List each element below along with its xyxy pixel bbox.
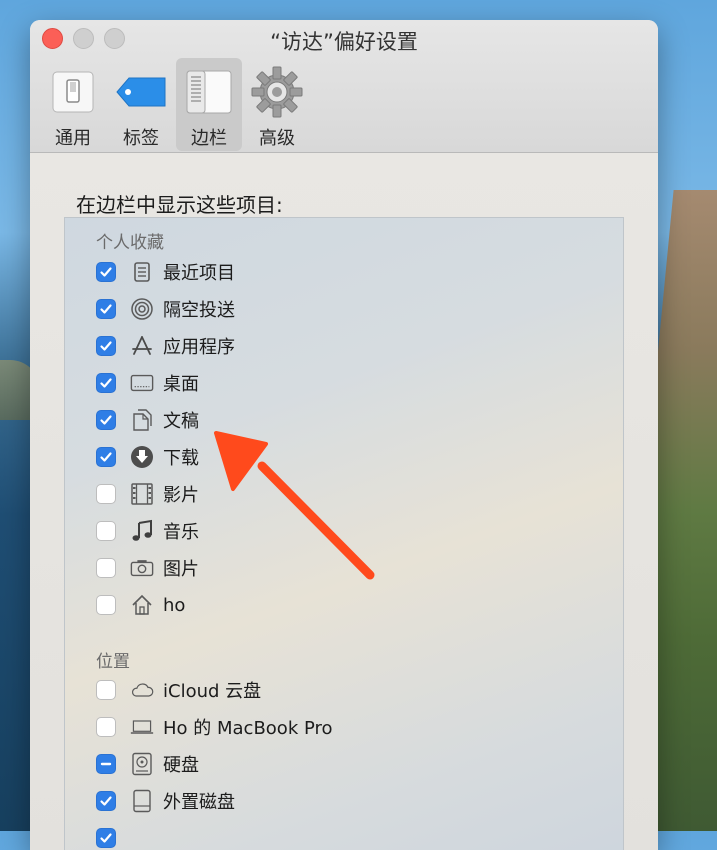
list-item-downloads: 下载 [96,442,199,472]
list-item-label: 应用程序 [163,337,235,358]
list-item-label: 硬盘 [163,755,199,776]
list-item-airdrop: 隔空投送 [96,294,235,324]
desktop-background-cliff [655,190,717,831]
checkbox-home[interactable] [96,595,116,615]
tab-sidebar-label: 边栏 [191,128,227,149]
airdrop-icon [130,297,154,321]
checkbox-movies[interactable] [96,484,116,504]
preferences-toolbar: 通用 标签 边栏 高级 [40,58,310,151]
tab-tags-label: 标签 [123,128,159,149]
home-icon [130,593,154,617]
checkbox-applications[interactable] [96,336,116,356]
group-label-favorites: 个人收藏 [96,233,164,253]
list-item-music: 音乐 [96,516,199,546]
list-item-label: 图片 [163,559,199,580]
finder-preferences-window: “访达”偏好设置 通用 标签 边栏 高级 在边栏中显示这些项目: 个人收藏 最近… [30,20,658,850]
tab-general-label: 通用 [55,128,91,149]
window-title: “访达”偏好设置 [270,30,418,54]
tab-sidebar[interactable]: 边栏 [176,58,242,151]
list-item-icloud: iCloud 云盘 [96,675,261,705]
list-item-label: 音乐 [163,522,199,543]
preferences-content: 在边栏中显示这些项目: 个人收藏 最近项目 隔空投送 应用程序 桌面 文稿 下载… [30,153,658,850]
checkbox-recents[interactable] [96,262,116,282]
downloads-icon [130,445,154,469]
list-item-label: 最近项目 [163,263,235,284]
checkbox-airdrop[interactable] [96,299,116,319]
list-item-applications: 应用程序 [96,331,235,361]
list-item-partial [96,823,116,850]
list-item-recents: 最近项目 [96,257,235,287]
window-titlebar: “访达”偏好设置 通用 标签 边栏 高级 [30,20,658,153]
sidebar-icon [181,64,237,120]
list-item-documents: 文稿 [96,405,199,435]
list-item-macbook: Ho 的 MacBook Pro [96,712,333,742]
list-item-label: Ho 的 MacBook Pro [163,718,333,739]
tab-general[interactable]: 通用 [40,58,106,151]
list-item-label: 下载 [163,448,199,469]
list-item-label: 隔空投送 [163,300,235,321]
external-disk-icon [130,789,154,813]
checkbox-desktop[interactable] [96,373,116,393]
tab-tags[interactable]: 标签 [108,58,174,151]
documents-icon [130,408,154,432]
list-item-label: iCloud 云盘 [163,681,262,702]
list-item-label: 文稿 [163,411,199,432]
sidebar-items-list: 个人收藏 最近项目 隔空投送 应用程序 桌面 文稿 下载 影片 音乐 图片 ho… [64,217,624,850]
recents-icon [130,260,154,284]
checkbox-pictures[interactable] [96,558,116,578]
sidebar-items-heading: 在边栏中显示这些项目: [76,193,283,217]
checkbox-harddisk[interactable] [96,754,116,774]
harddisk-icon [130,752,154,776]
list-item-movies: 影片 [96,479,199,509]
checkbox-partial[interactable] [96,828,116,848]
list-item-label: 外置磁盘 [163,792,235,813]
movies-icon [130,482,154,506]
list-item-pictures: 图片 [96,553,199,583]
icloud-icon [130,678,154,702]
checkbox-external-disk[interactable] [96,791,116,811]
checkbox-documents[interactable] [96,410,116,430]
list-item-desktop: 桌面 [96,368,199,398]
switch-icon [45,64,101,120]
checkbox-icloud[interactable] [96,680,116,700]
pictures-icon [130,556,154,580]
checkbox-music[interactable] [96,521,116,541]
list-item-harddisk: 硬盘 [96,749,199,779]
desktop-icon [130,371,154,395]
gear-icon [249,64,305,120]
laptop-icon [130,715,154,739]
checkbox-macbook[interactable] [96,717,116,737]
checkbox-downloads[interactable] [96,447,116,467]
music-icon [130,519,154,543]
applications-icon [130,334,154,358]
list-item-label: 桌面 [163,374,199,395]
tab-advanced-label: 高级 [259,128,295,149]
list-item-label: 影片 [163,485,199,506]
list-item-external-disk: 外置磁盘 [96,786,235,816]
list-item-home: ho [96,590,185,620]
group-label-locations: 位置 [96,652,130,672]
list-item-label: ho [163,594,186,616]
tag-icon [113,64,169,120]
tab-advanced[interactable]: 高级 [244,58,310,151]
